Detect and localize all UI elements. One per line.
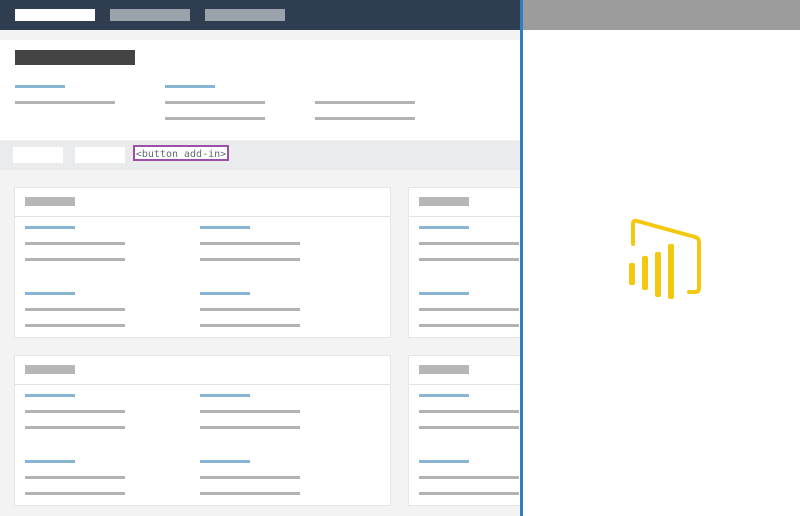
field-value [419,258,519,261]
main-app-area: <button add-in> [0,0,520,516]
field-label [419,292,469,295]
field-label [200,226,250,229]
field-label [419,226,469,229]
toolbar-button-1[interactable] [13,147,63,163]
header-field-value-2b [165,117,265,120]
card-header [409,188,520,217]
field-value [200,242,300,245]
field-value [419,492,519,495]
field-label [25,292,75,295]
top-navigation-bar [0,0,520,30]
field-value [200,476,300,479]
record-header [0,40,520,140]
field-label [419,394,469,397]
toolbar-button-2[interactable] [75,147,125,163]
header-field-value-3b [315,117,415,120]
nav-tab-3[interactable] [205,9,285,21]
card-header [409,356,520,385]
app-window: <button add-in> [0,0,800,516]
page-title-placeholder [15,50,135,65]
card-title-placeholder [419,197,469,206]
field-label [25,226,75,229]
info-card-3 [15,356,390,505]
addin-task-pane [520,0,800,516]
card-header [15,356,390,385]
field-value [25,258,125,261]
field-value [200,410,300,413]
field-value [200,258,300,261]
field-value [25,426,125,429]
info-card-4 [409,356,520,505]
info-card-2 [409,188,520,337]
power-bi-logo-icon [629,218,701,299]
field-label [25,460,75,463]
field-value [25,492,125,495]
field-value [419,308,519,311]
info-card-1 [15,188,390,337]
nav-tab-2[interactable] [110,9,190,21]
field-label [25,394,75,397]
field-value [25,476,125,479]
field-value [419,426,519,429]
field-value [25,308,125,311]
field-value [25,324,125,327]
header-field-value-2a [165,101,265,104]
field-label [200,460,250,463]
card-title-placeholder [25,365,75,374]
command-toolbar: <button add-in> [0,141,520,170]
field-value [25,410,125,413]
field-value [25,242,125,245]
header-field-value-1 [15,101,115,104]
addin-button[interactable]: <button add-in> [133,145,229,161]
field-value [200,492,300,495]
field-value [419,242,519,245]
field-value [419,324,519,327]
field-value [419,410,519,413]
card-header [15,188,390,217]
field-value [200,308,300,311]
field-label [419,460,469,463]
header-field-label-2 [165,85,215,88]
task-pane-header [523,0,800,30]
card-title-placeholder [25,197,75,206]
field-label [200,394,250,397]
field-label [200,292,250,295]
header-field-value-3a [315,101,415,104]
header-field-label-1 [15,85,65,88]
field-value [419,476,519,479]
nav-tab-active[interactable] [15,9,95,21]
field-value [200,324,300,327]
field-value [200,426,300,429]
card-title-placeholder [419,365,469,374]
